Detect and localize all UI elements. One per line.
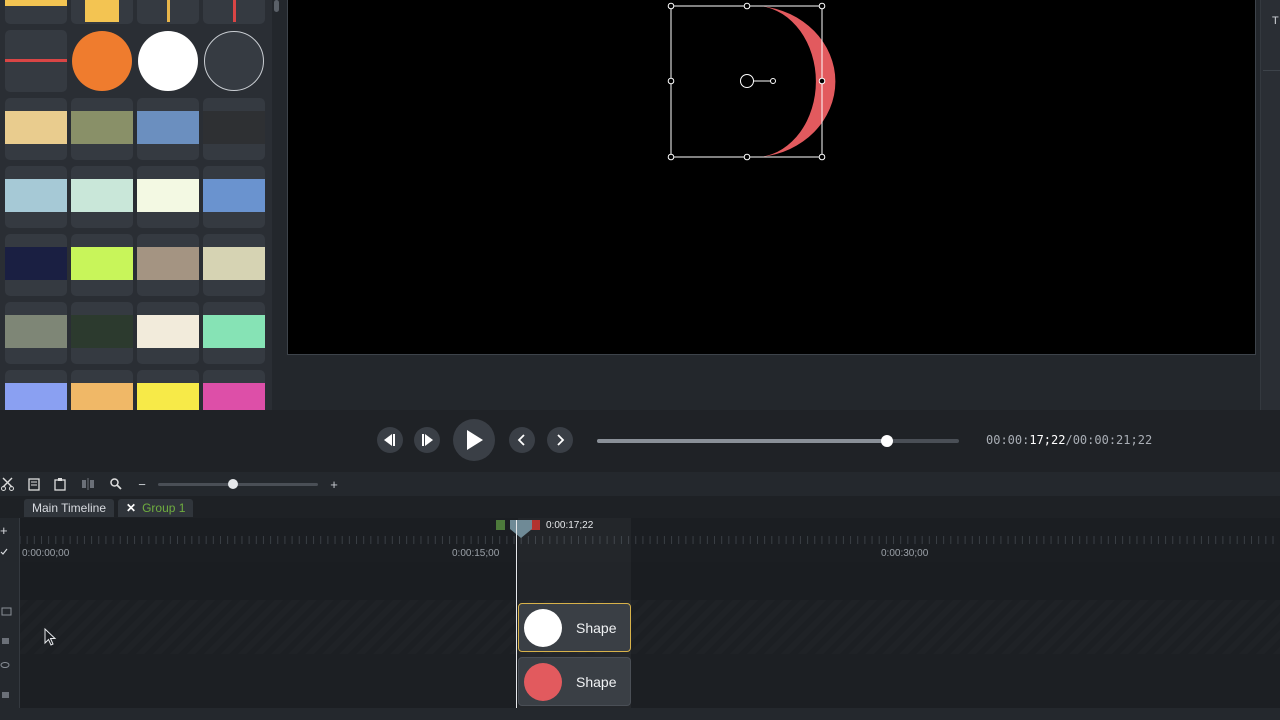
asset-tile[interactable] [137,0,199,24]
in-point-marker[interactable] [496,520,505,530]
track-headers: + [0,518,20,720]
rotation-handle [770,78,776,84]
clip-label: Shape [576,673,617,690]
previous-marker-button[interactable] [509,427,535,453]
paste-icon[interactable] [52,476,68,492]
asset-tile-color[interactable] [203,302,265,364]
asset-tile-color[interactable] [5,302,67,364]
playhead-time: 0:00:17;22 [546,520,594,531]
asset-tile-color[interactable] [137,370,199,410]
asset-tile-line[interactable] [5,30,67,92]
canvas-overlay [667,2,836,161]
tab-main-timeline[interactable]: Main Timeline [24,499,115,517]
asset-tile-color[interactable] [5,98,67,160]
track-1-toggle-icon [1,607,12,616]
clip-shape-white[interactable]: Shape [518,603,631,652]
add-track-icon: + [0,523,8,538]
playhead-handle[interactable] [510,520,532,538]
step-back-icon [384,434,395,446]
track-1[interactable] [20,600,1280,654]
asset-tile-circle[interactable] [71,30,133,92]
zoom-out-button[interactable]: − [134,476,150,492]
chevron-left-icon [517,434,525,446]
asset-tile-color[interactable] [137,98,199,160]
ruler-label-start: 0:00:00;00 [22,548,70,559]
asset-tile-color[interactable] [137,302,199,364]
asset-tile-color[interactable] [71,234,133,296]
check-icon [0,548,8,555]
properties-rail: T [1260,0,1280,410]
asset-scrollbar-thumb[interactable] [274,0,279,12]
scrubber-progress [597,439,887,443]
mouse-cursor-icon [44,628,57,646]
asset-tile-color[interactable] [203,166,265,228]
asset-tile-circle[interactable] [137,30,199,92]
asset-library-panel [0,0,272,410]
clip-thumbnail [524,608,562,647]
step-forward-icon [422,434,433,446]
step-forward-button[interactable] [414,427,440,453]
playhead[interactable] [516,520,517,710]
asset-tile-color[interactable] [71,166,133,228]
clip-thumbnail [524,662,562,701]
asset-tile-color[interactable] [71,370,133,410]
lock-icon-2 [2,692,9,698]
clip-label: Shape [576,619,617,636]
rotation-anchor [740,74,754,88]
current-time: 17;22 [1029,433,1066,447]
lock-icon [2,638,9,644]
ruler-label-mid: 0:00:15;00 [452,548,500,559]
zoom-icon[interactable] [108,476,124,492]
asset-tile-color[interactable] [71,98,133,160]
timeline-bottom-scrollbar[interactable] [0,708,1280,720]
scrubber-knob[interactable] [880,435,893,447]
track-2[interactable] [20,654,1280,708]
ruler-ticks [20,536,1274,544]
asset-tile-color[interactable] [5,370,67,410]
ruler-label-end: 0:00:30;00 [881,548,929,559]
chevron-right-icon [557,434,565,446]
timecode-display: 00:00:17;22/00:00:21;22 [986,433,1153,447]
scissors-icon[interactable] [0,476,16,492]
asset-scrollbar[interactable] [272,0,282,410]
asset-tile-circle[interactable] [203,30,265,92]
next-marker-button[interactable] [547,427,573,453]
out-point-marker[interactable] [531,520,540,530]
tab-group-label: Group 1 [142,501,186,515]
rail-label: T [1272,15,1279,27]
total-time: /00:00:21;22 [1065,433,1153,447]
asset-tile[interactable] [5,0,67,24]
zoom-in-button[interactable]: + [326,476,342,492]
clip-shape-red[interactable]: Shape [518,657,631,706]
copy-icon[interactable] [26,476,42,492]
asset-tile[interactable] [71,0,133,24]
asset-tile-color[interactable] [137,234,199,296]
close-icon[interactable]: ✕ [126,501,136,515]
asset-tile-color[interactable] [203,234,265,296]
tab-group-1[interactable]: ✕ Group 1 [118,499,194,517]
asset-tile-color[interactable] [71,302,133,364]
play-icon [467,430,483,450]
preview-canvas[interactable] [287,0,1256,355]
play-button[interactable] [453,419,495,461]
asset-tile-color[interactable] [137,166,199,228]
asset-tile-color[interactable] [203,98,265,160]
asset-tile[interactable] [203,0,265,24]
asset-tile-color[interactable] [203,370,265,410]
eye-icon [0,662,10,668]
split-icon[interactable] [80,476,96,492]
asset-tile-color[interactable] [5,166,67,228]
asset-tile-color[interactable] [5,234,67,296]
step-back-button[interactable] [377,427,403,453]
